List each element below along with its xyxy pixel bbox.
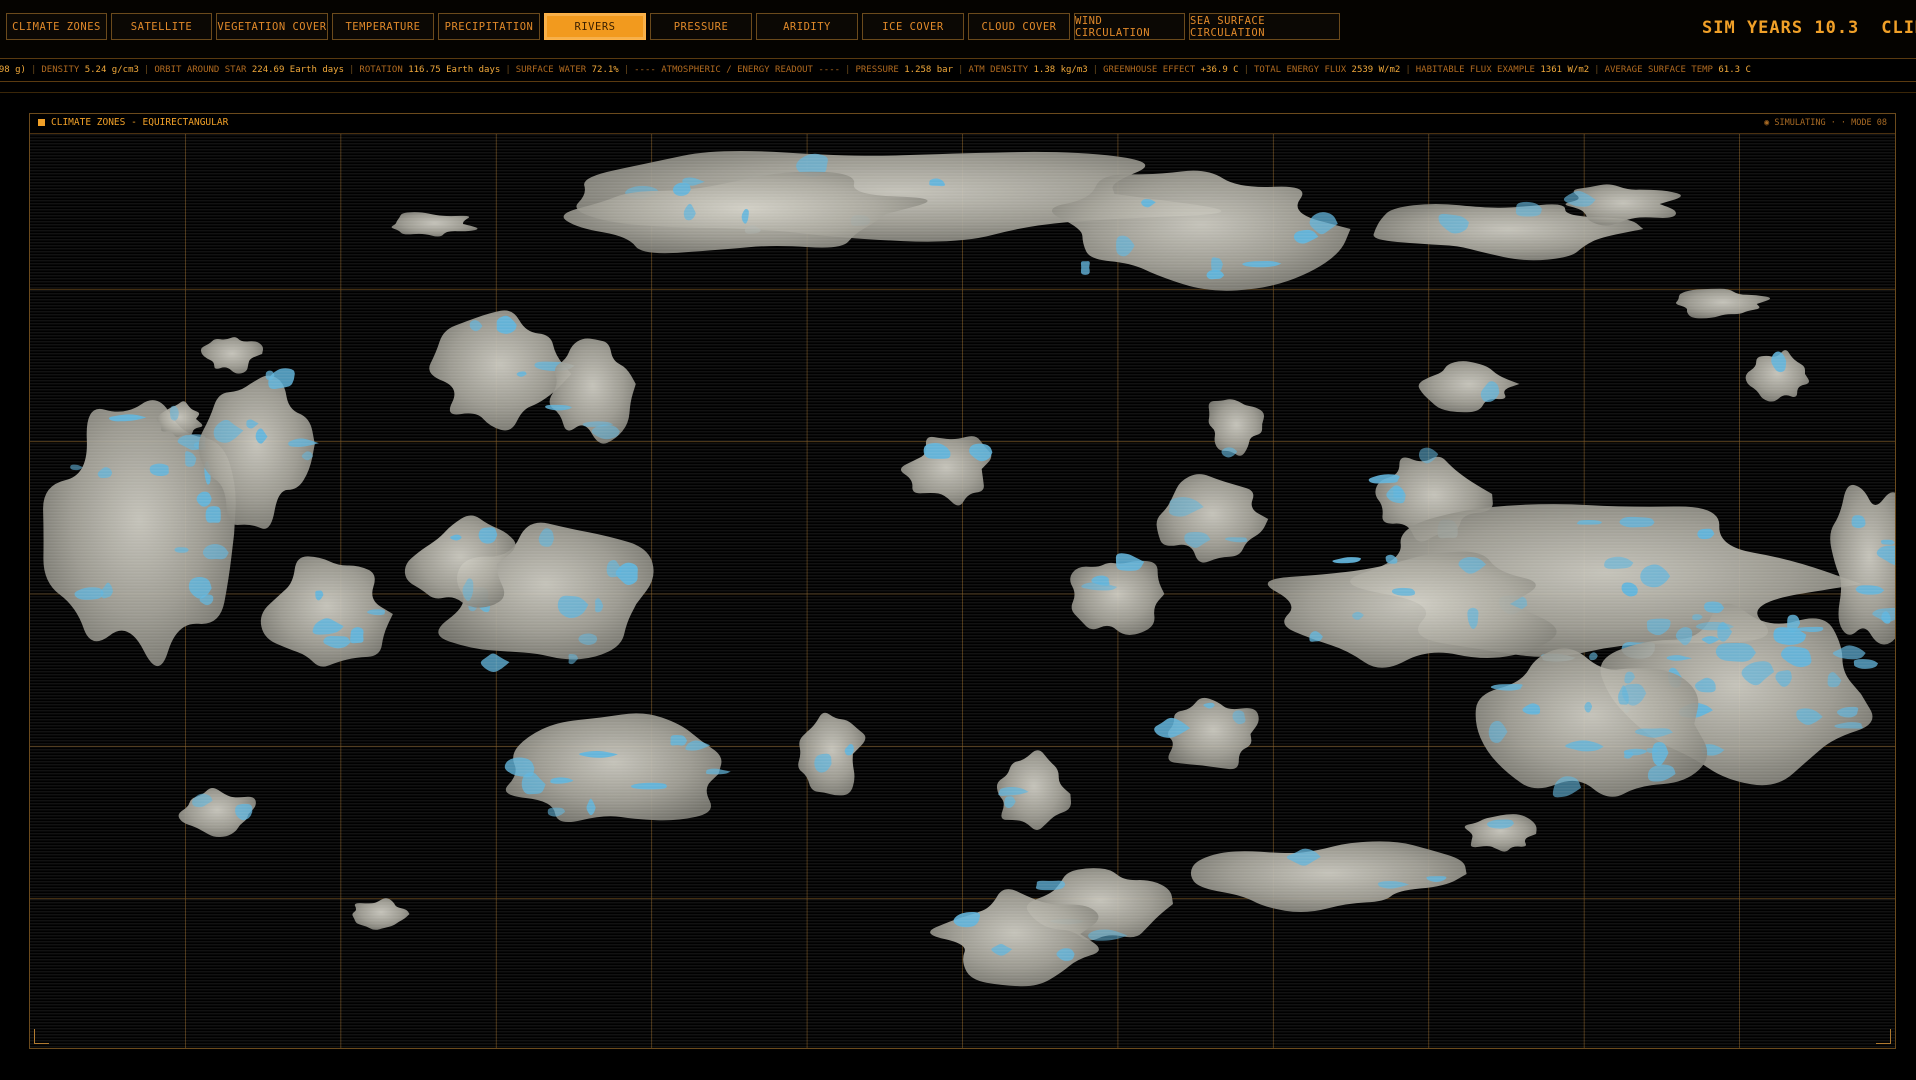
readout-item: PRESSURE 1.258 bar bbox=[855, 65, 953, 75]
readout-separator: | bbox=[1405, 65, 1411, 75]
tab-satellite[interactable]: SATELLITE bbox=[111, 13, 212, 40]
equirectangular-map[interactable] bbox=[30, 134, 1895, 1048]
readout-item: ATM DENSITY 1.38 kg/m3 bbox=[968, 65, 1087, 75]
readout-value: 116.75 Earth days bbox=[408, 65, 501, 75]
readout-item: 0.98 g) bbox=[0, 65, 26, 75]
readout-item: GREENHOUSE EFFECT +36.9 C bbox=[1103, 65, 1238, 75]
sim-years: SIM YEARS 10.3 bbox=[1702, 18, 1860, 38]
mode-label: CLIMATE bbox=[1881, 18, 1916, 38]
map-panel: CLIMATE ZONES - EQUIRECTANGULAR ◉ SIMULA… bbox=[29, 113, 1896, 1049]
corner-mark bbox=[1876, 1029, 1891, 1044]
readout-separator: | bbox=[623, 65, 630, 75]
readout-value: 224.69 Earth days bbox=[251, 65, 344, 75]
readout-separator: | bbox=[1594, 65, 1600, 75]
tab-cloud-cover[interactable]: CLOUD COVER bbox=[968, 13, 1070, 40]
readout-separator: | bbox=[1092, 65, 1099, 75]
tab-temperature[interactable]: TEMPERATURE bbox=[332, 13, 434, 40]
tab-vegetation-cover[interactable]: VEGETATION COVER bbox=[216, 13, 328, 40]
readout-key: ---- ATMOSPHERIC / ENERGY READOUT ---- bbox=[634, 65, 841, 75]
readout-key: TOTAL ENERGY FLUX bbox=[1254, 65, 1347, 75]
readout-key: ROTATION bbox=[359, 65, 403, 75]
readout-item: HABITABLE FLUX EXAMPLE 1361 W/m2 bbox=[1416, 65, 1589, 75]
readout-item: TOTAL ENERGY FLUX 2539 W/m2 bbox=[1254, 65, 1400, 75]
readout-key: AVERAGE SURFACE TEMP bbox=[1604, 65, 1713, 75]
corner-mark bbox=[34, 1029, 49, 1044]
readout-item: ---- ATMOSPHERIC / ENERGY READOUT ---- bbox=[634, 65, 840, 75]
readout-value: 1361 W/m2 bbox=[1540, 65, 1590, 75]
readout-value: +36.9 C bbox=[1200, 65, 1239, 75]
readout-value: 2539 W/m2 bbox=[1351, 65, 1401, 75]
map-title-text: CLIMATE ZONES - EQUIRECTANGULAR bbox=[51, 117, 229, 128]
readout-value: 5.24 g/cm3 bbox=[84, 65, 139, 75]
readout-item: ROTATION 116.75 Earth days bbox=[359, 65, 500, 75]
readout-separator: | bbox=[30, 65, 37, 75]
readout-separator: | bbox=[1243, 65, 1249, 75]
readout-key: PRESSURE bbox=[855, 65, 899, 75]
readout-separator: | bbox=[505, 65, 511, 75]
readout-item: DENSITY 5.24 g/cm3 bbox=[41, 65, 139, 75]
planet-readout-strip: 0.98 g) | DENSITY 5.24 g/cm3 | ORBIT AROUND … bbox=[0, 59, 1916, 82]
tab-wind-circulation[interactable]: WIND CIRCULATION bbox=[1074, 13, 1185, 40]
map-panel-title: CLIMATE ZONES - EQUIRECTANGULAR bbox=[38, 117, 228, 128]
readout-key: HABITABLE FLUX EXAMPLE bbox=[1415, 65, 1535, 75]
map-panel-header: CLIMATE ZONES - EQUIRECTANGULAR ◉ SIMULA… bbox=[30, 114, 1895, 134]
tab-climate-zones[interactable]: CLIMATE ZONES bbox=[6, 13, 107, 40]
readout-key: ATM DENSITY bbox=[968, 65, 1029, 75]
tab-precipitation[interactable]: PRECIPITATION bbox=[438, 13, 540, 40]
tab-rivers[interactable]: RIVERS bbox=[544, 13, 646, 40]
readout-value: 1.258 bar bbox=[904, 65, 954, 75]
tab-pressure[interactable]: PRESSURE bbox=[650, 13, 752, 40]
readout-separator: | bbox=[958, 65, 964, 75]
scanline-overlay bbox=[30, 134, 1895, 1048]
readout-separator: | bbox=[349, 65, 355, 75]
readout-value: 0.98 g) bbox=[0, 65, 26, 75]
readout-key: DENSITY bbox=[41, 65, 80, 75]
layer-tabs: CLIMATE ZONES SATELLITE VEGETATION COVER TE… bbox=[6, 13, 1340, 40]
readout-item: ORBIT AROUND STAR 224.69 Earth days bbox=[154, 65, 344, 75]
tab-aridity[interactable]: ARIDITY bbox=[756, 13, 858, 40]
readout-value: 72.1% bbox=[591, 65, 619, 75]
title-square-icon bbox=[38, 119, 45, 126]
readout-key: SURFACE WATER bbox=[515, 65, 587, 75]
simulation-status: ◉ SIMULATING · · MODE 08 bbox=[1764, 118, 1887, 128]
readout-items: 0.98 g) | DENSITY 5.24 g/cm3 | ORBIT AROUND … bbox=[0, 59, 1751, 81]
tab-sea-surface-circulation[interactable]: SEA SURFACE CIRCULATION bbox=[1189, 13, 1340, 40]
readout-item: AVERAGE SURFACE TEMP 61.3 C bbox=[1605, 65, 1751, 75]
tab-ice-cover[interactable]: ICE COVER bbox=[862, 13, 964, 40]
top-tab-bar: CLIMATE ZONES SATELLITE VEGETATION COVER TE… bbox=[0, 0, 1916, 59]
readout-key: GREENHOUSE EFFECT bbox=[1103, 65, 1196, 75]
readout-value: 1.38 kg/m3 bbox=[1033, 65, 1088, 75]
readout-separator: | bbox=[845, 65, 851, 75]
readout-item: SURFACE WATER 72.1% bbox=[516, 65, 619, 75]
sim-readout: SIM YEARS 10.3 CLIMATE bbox=[1702, 18, 1916, 38]
readout-separator: | bbox=[143, 65, 150, 75]
readout-value: 61.3 C bbox=[1718, 65, 1751, 75]
readout-key: ORBIT AROUND STAR bbox=[154, 65, 247, 75]
divider bbox=[0, 92, 1916, 93]
